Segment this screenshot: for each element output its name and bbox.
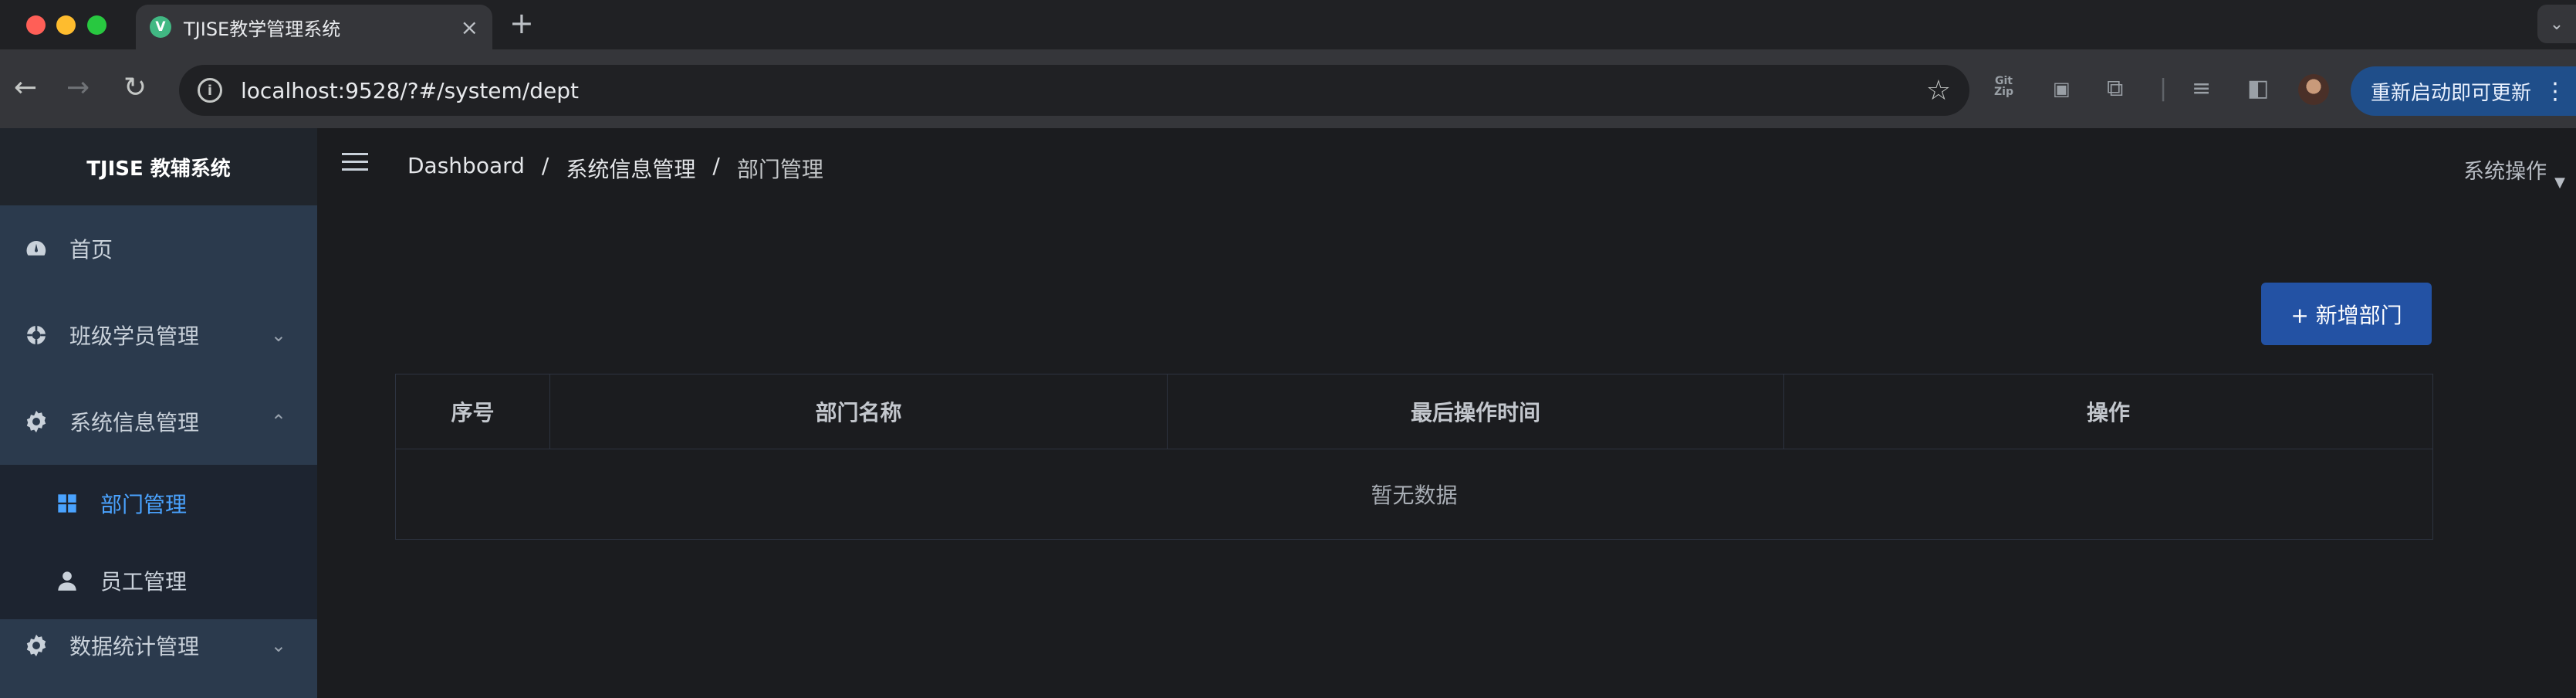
tab-title: TJISE教学管理系统: [184, 18, 341, 40]
system-ops-dropdown[interactable]: 系统操作 ▼: [2463, 154, 2565, 191]
chevron-down-icon: ⌄: [270, 324, 286, 346]
profile-avatar[interactable]: [2298, 74, 2329, 105]
add-dept-button[interactable]: + 新增部门: [2261, 283, 2432, 345]
sidebar-item-employee-management[interactable]: 员工管理: [0, 542, 317, 619]
dashboard-icon: [23, 235, 49, 262]
sidebar-toggle-icon[interactable]: [342, 153, 368, 174]
close-window-button[interactable]: [26, 15, 46, 35]
gear-icon: [23, 322, 49, 348]
browser-tab-strip: V TJISE教学管理系统 × + ⌄: [0, 0, 2576, 49]
back-icon[interactable]: ←: [14, 73, 37, 103]
table-empty-text: 暂无数据: [1371, 483, 1458, 508]
reload-icon[interactable]: ↻: [123, 73, 147, 103]
user-icon: [56, 569, 79, 592]
side-panel-icon[interactable]: ◧: [2247, 76, 2269, 102]
new-tab-button[interactable]: +: [509, 6, 534, 40]
forward-icon[interactable]: →: [66, 73, 90, 103]
column-header-dept-name: 部门名称: [550, 374, 1168, 449]
system-ops-label: 系统操作: [2463, 160, 2547, 184]
media-icon[interactable]: ≡: [2192, 76, 2211, 102]
breadcrumb-separator: /: [541, 153, 549, 178]
column-header-last-op-time: 最后操作时间: [1168, 374, 1784, 449]
sidebar-brand: TJISE 教辅系统: [0, 128, 317, 205]
breadcrumb-item-system-info[interactable]: 系统信息管理: [566, 153, 695, 184]
screenshot-icon[interactable]: ▣: [2053, 76, 2071, 102]
address-bar[interactable]: i localhost:9528/?#/system/dept ☆: [179, 65, 1969, 116]
breadcrumb: Dashboard / 系统信息管理 / 部门管理: [407, 153, 823, 184]
table-header: 序号 部门名称 最后操作时间 操作: [396, 374, 2432, 449]
browser-tab[interactable]: V TJISE教学管理系统 ×: [136, 5, 492, 49]
sidebar-item-label: 数据统计管理: [69, 634, 200, 659]
sidebar-item-label: 班级学员管理: [69, 324, 200, 349]
gitzip-icon[interactable]: Git Zip: [1994, 76, 2013, 97]
sidebar-item-data-stats[interactable]: 数据统计管理 ⌄: [0, 619, 317, 666]
breadcrumb-item-dashboard[interactable]: Dashboard: [407, 153, 525, 184]
dept-table: 序号 部门名称 最后操作时间 操作 暂无数据: [395, 374, 2433, 540]
column-header-actions: 操作: [2086, 400, 2130, 425]
breadcrumb-item-current: 部门管理: [736, 157, 823, 182]
main-content: Dashboard / 系统信息管理 / 部门管理 系统操作 ▼ + 新增部门 …: [317, 128, 2576, 698]
more-icon[interactable]: ⋮: [2544, 78, 2567, 105]
caret-down-icon: ▼: [2554, 174, 2565, 191]
sidebar-item-home[interactable]: 首页: [0, 205, 317, 292]
grid-icon: [56, 492, 79, 515]
sidebar-item-system-info[interactable]: 系统信息管理 ⌃: [0, 378, 317, 465]
gear-icon: [23, 632, 49, 659]
maximize-window-button[interactable]: [87, 15, 106, 35]
system-info-submenu: 部门管理 员工管理: [0, 465, 317, 619]
gear-icon: [23, 408, 49, 435]
sidebar: TJISE 教辅系统 首页 班级学员管理 ⌄ 系统信息管理 ⌃ 部门管理 员工管…: [0, 128, 317, 698]
chevron-down-icon: ⌄: [270, 635, 286, 656]
browser-toolbar: ← → ↻ i localhost:9528/?#/system/dept ☆ …: [0, 49, 2576, 128]
sidebar-item-label: 系统信息管理: [69, 410, 200, 435]
sidebar-item-dept-management[interactable]: 部门管理: [0, 465, 317, 542]
update-button-label: 重新启动即可更新: [2371, 81, 2532, 105]
tab-close-icon[interactable]: ×: [461, 15, 478, 40]
update-button[interactable]: 重新启动即可更新 ⋮: [2351, 66, 2576, 116]
vue-favicon-icon: V: [150, 16, 171, 38]
sidebar-item-label: 员工管理: [100, 569, 188, 595]
extensions-icon[interactable]: ⧉: [2107, 76, 2123, 102]
info-icon[interactable]: i: [198, 78, 222, 103]
chevron-up-icon: ⌃: [270, 411, 286, 432]
toolbar-divider: |: [2159, 75, 2168, 102]
star-icon[interactable]: ☆: [1926, 75, 1951, 107]
minimize-window-button[interactable]: [56, 15, 76, 35]
sidebar-item-label: 首页: [69, 237, 113, 263]
sidebar-item-label: 部门管理: [100, 492, 188, 517]
url-text[interactable]: localhost:9528/?#/system/dept: [241, 78, 1926, 103]
column-header-index: 序号: [396, 374, 550, 449]
breadcrumb-separator: /: [712, 153, 720, 178]
sidebar-item-class-students[interactable]: 班级学员管理 ⌄: [0, 292, 317, 378]
tab-search-chevron-icon[interactable]: ⌄: [2537, 5, 2576, 43]
